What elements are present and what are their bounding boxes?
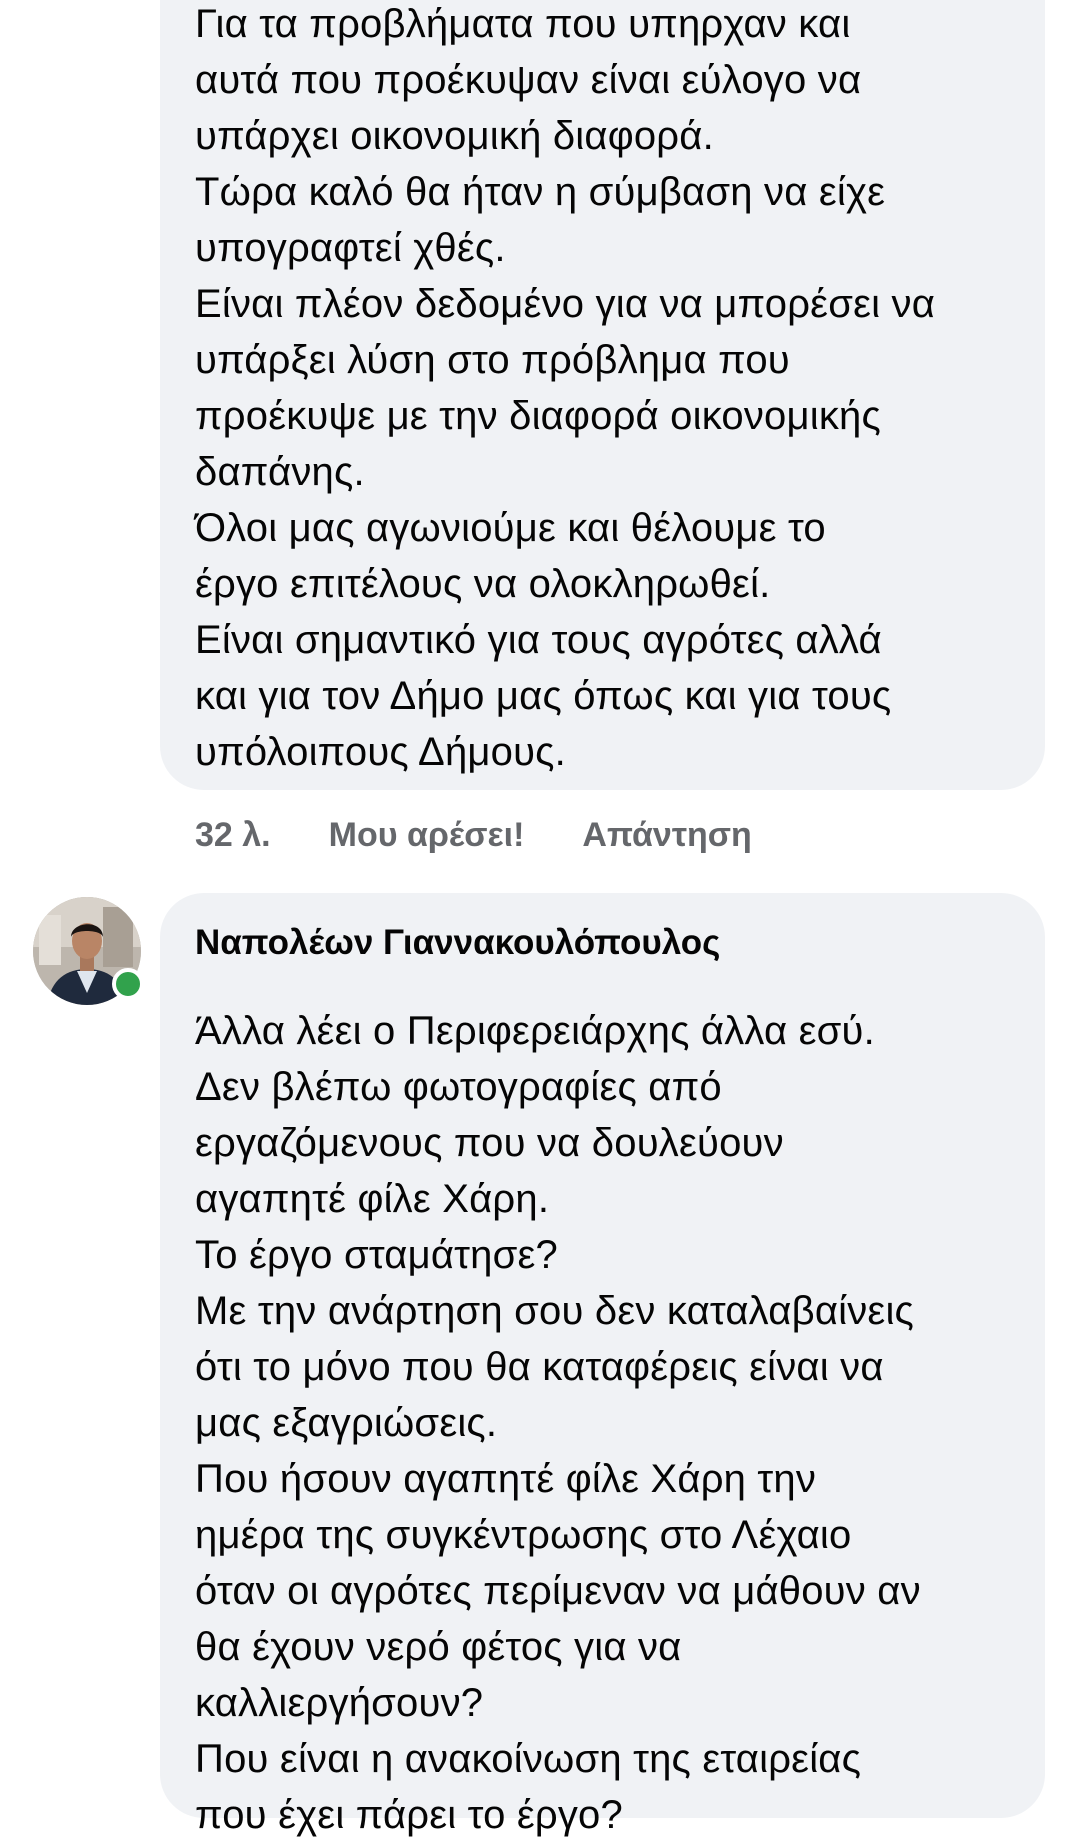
comment-line: ότι το μόνο που θα καταφέρεις είναι να <box>195 1345 884 1389</box>
comment-line: Που είναι η ανακοίνωση της εταιρείας <box>195 1737 862 1781</box>
comment-line: μας εξαγριώσεις. <box>195 1401 498 1445</box>
comment-line: υπάρξει λύση στο πρόβλημα που <box>195 338 790 382</box>
like-button[interactable]: Μου αρέσει! <box>329 816 525 855</box>
comment-line: υπογραφτεί χθές. <box>195 226 506 270</box>
comment-bubble: Ναπολέων Γιαννακουλόπουλος Άλλα λέει ο Π… <box>160 893 1045 1837</box>
comment-line: Με την ανάρτηση σου δεν καταλαβαίνεις <box>195 1289 915 1333</box>
comment-line: προέκυψε με την διαφορά οικονομικής <box>195 394 881 438</box>
comment-line: δαπάνης. <box>195 450 365 494</box>
comment-line: ημέρα της συγκέντρωσης στο Λέχαιο <box>195 1513 852 1557</box>
comment-line: αυτά που προέκυψαν είναι εύλογο να <box>195 58 862 102</box>
comment-line: Είναι πλέον δεδομένο για να μπορέσει να <box>195 282 936 326</box>
comment-line: υπάρχει οικονομική διαφορά. <box>195 114 714 158</box>
comment-line: υπόλοιπους Δήμους. <box>195 730 566 774</box>
comment-line: Όλοι μας αγωνιούμε και θέλουμε το <box>195 506 826 550</box>
comment-line: αγαπητέ φίλε Χάρη. <box>195 1177 550 1221</box>
comment-line: Τώρα καλό θα ήταν η σύμβαση να είχε <box>195 170 886 214</box>
comment-bubble: Για τα προβλήματα που υπηρχαν και αυτά π… <box>160 0 1045 790</box>
comment-line: Δεν βλέπω φωτογραφίες από <box>195 1065 722 1109</box>
comment-line: Άλλα λέει ο Περιφερειάρχης άλλα εσύ. <box>195 1009 875 1053</box>
comment-line: και για τον Δήμο μας όπως και για τους <box>195 674 892 718</box>
comment-line: που έχει πάρει το έργο? <box>195 1793 623 1837</box>
comment-line: θα έχουν νερό φέτος για να <box>195 1625 682 1669</box>
comment-text: Για τα προβλήματα που υπηρχαν και αυτά π… <box>195 0 1025 780</box>
reply-button[interactable]: Απάντηση <box>582 816 751 855</box>
comment-line: καλλιεργήσουν? <box>195 1681 484 1725</box>
comment-line: όταν οι αγρότες περίμεναν να μάθουν αν <box>195 1569 921 1613</box>
comment-author[interactable]: Ναπολέων Γιαννακουλόπουλος <box>195 919 720 967</box>
comment-line: Είναι σημαντικό για τους αγρότες αλλά <box>195 618 882 662</box>
comment-line: Για τα προβλήματα που υπηρχαν και <box>195 2 851 46</box>
comment-actions: 32 λ. Μου αρέσει! Απάντηση <box>195 810 752 860</box>
comment-line: Το έργο σταμάτησε? <box>195 1233 558 1277</box>
comment-line: Που ήσουν αγαπητέ φίλε Χάρη την <box>195 1457 817 1501</box>
comment-timestamp[interactable]: 32 λ. <box>195 816 271 855</box>
comment-text: Άλλα λέει ο Περιφερειάρχης άλλα εσύ. Δεν… <box>195 1003 1025 1843</box>
online-status-indicator <box>112 968 144 1000</box>
comment-line: εργαζόμενους που να δουλεύουν <box>195 1121 784 1165</box>
comment-line: έργο επιτέλους να ολοκληρωθεί. <box>195 562 771 606</box>
